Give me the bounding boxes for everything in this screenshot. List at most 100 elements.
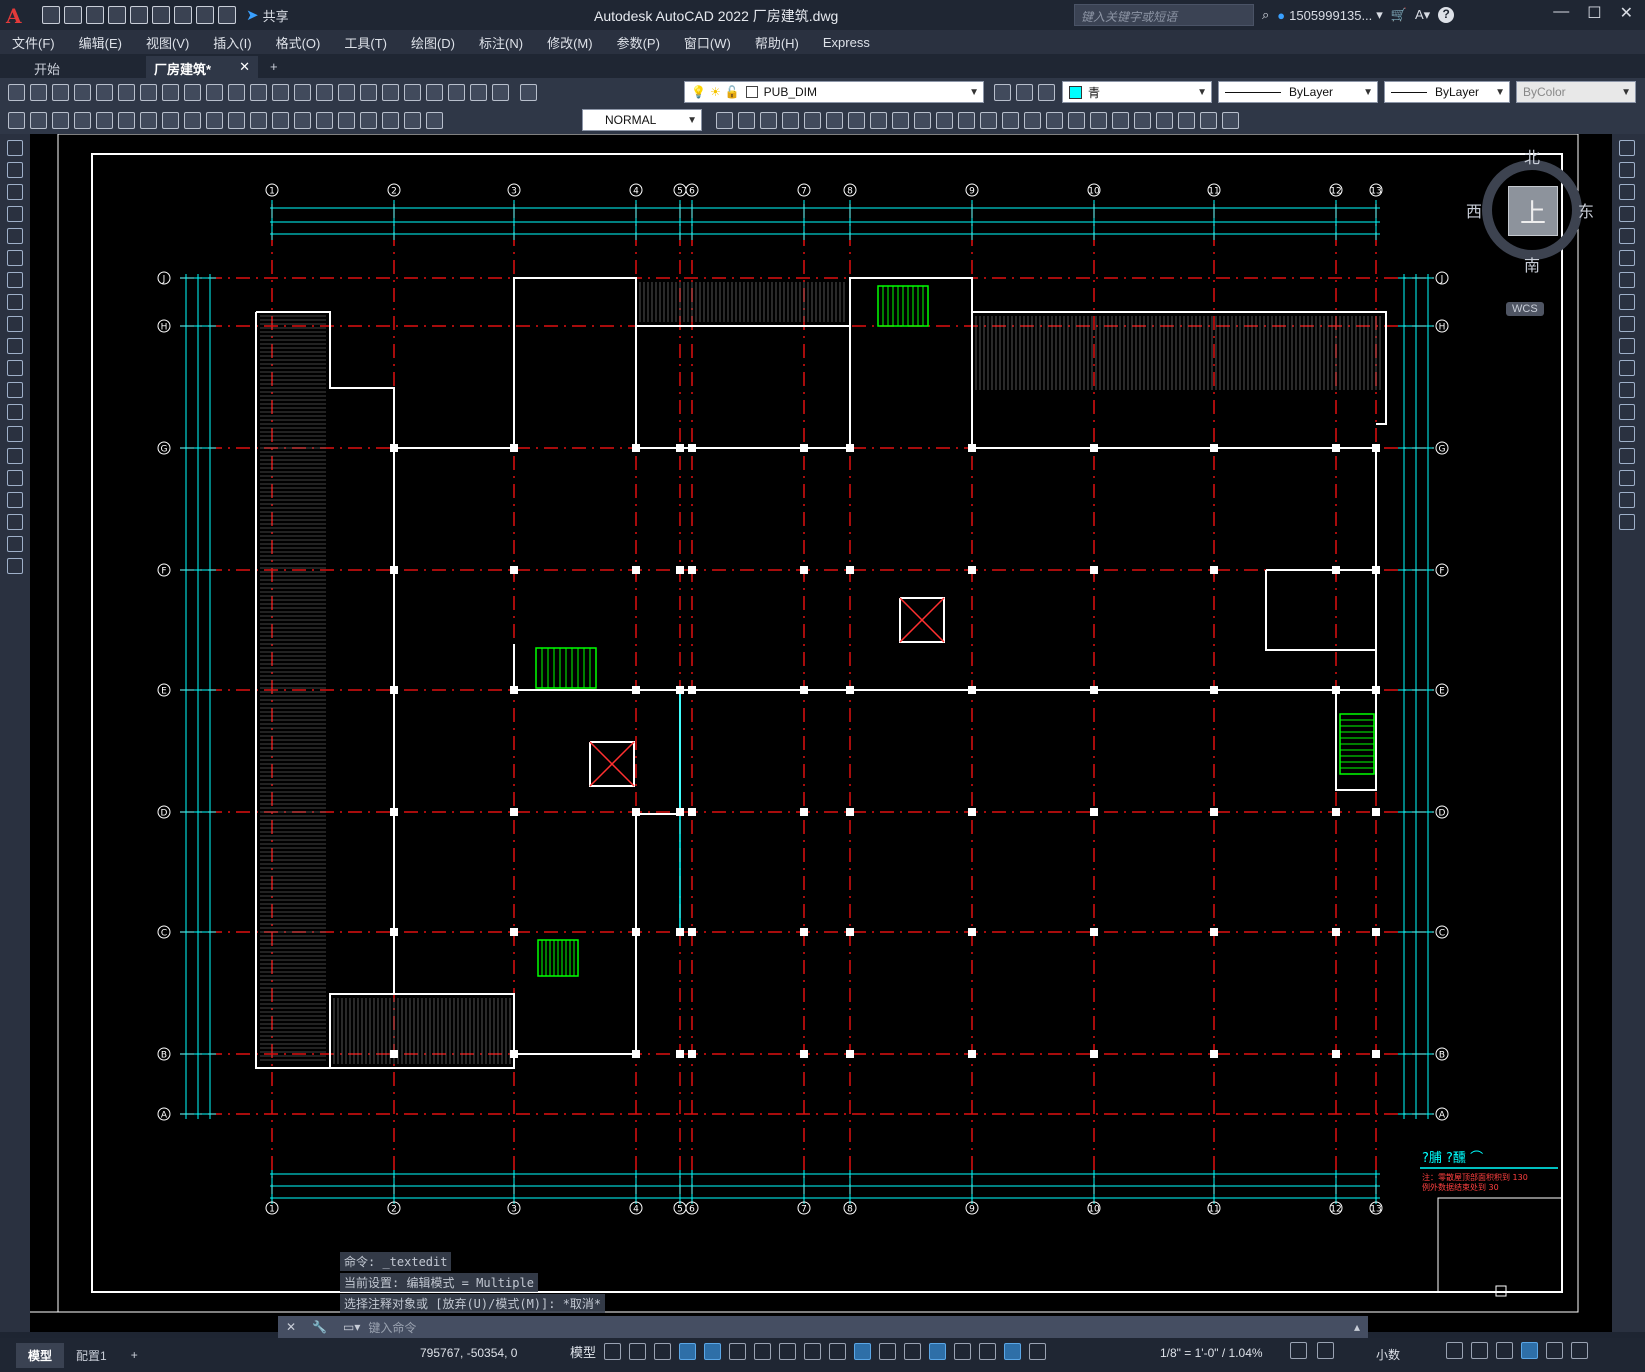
infer-constraints-icon[interactable] <box>654 1343 672 1360</box>
revision-cloud-icon[interactable] <box>7 294 23 310</box>
jogged-linear-icon[interactable] <box>360 111 377 129</box>
new-icon[interactable] <box>8 83 25 101</box>
arc-icon[interactable] <box>7 250 23 266</box>
mirror-icon[interactable] <box>1619 184 1635 200</box>
publish-icon[interactable] <box>152 6 170 24</box>
3d-object-snap-icon[interactable] <box>904 1343 922 1360</box>
viewcube[interactable]: 上 北 南 西 东 <box>1466 148 1594 275</box>
make-block-icon[interactable] <box>7 404 23 420</box>
layer-dropdown[interactable]: 💡 ☀ 🔓 PUB_DIM ▼ <box>684 81 984 103</box>
share-button[interactable]: ➤ 共享 <box>246 6 289 25</box>
customize-icon[interactable]: 🔧 <box>312 1320 327 1334</box>
paste-icon[interactable] <box>184 83 201 101</box>
layer-state-icon[interactable] <box>1038 83 1055 101</box>
make-block-icon[interactable] <box>1134 111 1151 129</box>
tab-layout1[interactable]: 配置1 <box>64 1343 119 1368</box>
point-icon[interactable] <box>7 426 23 442</box>
open-icon[interactable] <box>30 83 47 101</box>
zoom-realtime-icon[interactable] <box>294 83 311 101</box>
layer-properties-icon[interactable] <box>520 83 537 101</box>
add-tab-button[interactable]: + <box>258 56 290 78</box>
menu-tools[interactable]: 工具(T) <box>344 33 387 52</box>
menu-draw[interactable]: 绘图(D) <box>411 33 455 52</box>
close-command-line-icon[interactable]: ✕ <box>286 1320 296 1334</box>
dim-radius-icon[interactable] <box>96 111 113 129</box>
ellipse-icon[interactable] <box>7 338 23 354</box>
transparency-icon[interactable] <box>854 1343 872 1360</box>
save-icon[interactable] <box>52 83 69 101</box>
dim-break-icon[interactable] <box>272 111 289 129</box>
print-icon[interactable] <box>174 6 192 24</box>
pan-icon[interactable] <box>272 83 289 101</box>
isometric-drafting-icon[interactable] <box>754 1343 772 1360</box>
sheet-set-icon[interactable] <box>426 83 443 101</box>
polyline-icon[interactable] <box>7 184 23 200</box>
user-account[interactable]: ● 1505999135... ▾ <box>1277 7 1383 23</box>
mirror-icon[interactable] <box>782 111 799 129</box>
circle-icon[interactable] <box>7 272 23 288</box>
autodesk-app-icon[interactable]: A▾ <box>1415 7 1430 23</box>
save-icon[interactable] <box>86 6 104 24</box>
annotation-visibility-icon[interactable] <box>1004 1343 1022 1360</box>
scale-icon[interactable] <box>892 111 909 129</box>
dim-linear-icon[interactable] <box>8 111 25 129</box>
new-icon[interactable] <box>42 6 60 24</box>
plotstyle-dropdown[interactable]: ByColor ▼ <box>1516 81 1636 103</box>
clean-screen-icon[interactable] <box>1546 1342 1563 1359</box>
quick-dim-icon[interactable] <box>184 111 201 129</box>
extend-icon[interactable] <box>1619 360 1635 376</box>
break-icon[interactable] <box>1619 404 1635 420</box>
break-icon[interactable] <box>980 111 997 129</box>
cut-icon[interactable] <box>140 83 157 101</box>
stretch-icon[interactable] <box>914 111 931 129</box>
menu-edit[interactable]: 编辑(E) <box>79 33 122 52</box>
array-icon[interactable] <box>826 111 843 129</box>
center-mark-icon[interactable] <box>316 111 333 129</box>
help-button[interactable]: ? <box>1438 7 1455 23</box>
linetype-dropdown[interactable]: ByLayer ▼ <box>1218 81 1378 103</box>
hatch-icon[interactable] <box>7 448 23 464</box>
search-input[interactable]: 键入关键字或短语 <box>1074 4 1254 26</box>
ellipse-arc-icon[interactable] <box>7 360 23 376</box>
command-input[interactable]: 键入命令 <box>368 1319 1346 1336</box>
publish-icon[interactable] <box>118 83 135 101</box>
coordinates-readout[interactable]: 795767, -50354, 0 <box>420 1346 517 1360</box>
rectangle-icon[interactable] <box>7 228 23 244</box>
extend-icon[interactable] <box>958 111 975 129</box>
array-icon[interactable] <box>1619 228 1635 244</box>
scale-icon[interactable] <box>1619 294 1635 310</box>
make-current-layer-icon[interactable] <box>994 83 1011 101</box>
copy-icon[interactable] <box>162 83 179 101</box>
hardware-acceleration-icon[interactable] <box>1521 1342 1538 1359</box>
plot-icon[interactable] <box>74 83 91 101</box>
drawing-canvas[interactable]: 1 1 2 2 3 3 4 4 5 5 6 6 7 7 8 8 9 9 10 10 11 11 12 12 13 13 J J H H G G… <box>30 134 1612 1332</box>
dim-style-icon[interactable] <box>716 111 733 129</box>
move-icon[interactable] <box>1619 250 1635 266</box>
grid-display-icon[interactable] <box>604 1343 622 1360</box>
menu-file[interactable]: 文件(F) <box>12 33 55 52</box>
color-dropdown[interactable]: 青 ▼ <box>1062 81 1212 103</box>
table-icon[interactable] <box>1222 111 1239 129</box>
command-history-toggle-icon[interactable]: ▴ <box>1354 1320 1360 1334</box>
isolate-objects-icon[interactable] <box>1496 1342 1513 1359</box>
dim-jogged-icon[interactable] <box>118 111 135 129</box>
offset-icon[interactable] <box>804 111 821 129</box>
close-button[interactable]: ✕ <box>1620 3 1633 23</box>
region-icon[interactable] <box>1200 111 1217 129</box>
ortho-mode-icon[interactable] <box>704 1343 722 1360</box>
break-at-point-icon[interactable] <box>1619 382 1635 398</box>
command-prompt-icon[interactable]: ▭▾ <box>343 1320 360 1334</box>
block-icon[interactable] <box>738 111 755 129</box>
autocad-logo-icon[interactable]: A <box>6 4 28 28</box>
viewcube-top-face[interactable]: 上 <box>1508 186 1558 236</box>
viewcube-north[interactable]: 北 <box>1524 144 1540 168</box>
menu-window[interactable]: 窗口(W) <box>684 33 731 52</box>
dim-baseline-icon[interactable] <box>206 111 223 129</box>
rotate-icon[interactable] <box>870 111 887 129</box>
dim-continue-icon[interactable] <box>228 111 245 129</box>
viewcube-south[interactable]: 南 <box>1524 252 1540 276</box>
erase-icon[interactable] <box>1619 140 1635 156</box>
menu-format[interactable]: 格式(O) <box>276 33 321 52</box>
dynamic-ucs-icon[interactable] <box>929 1343 947 1360</box>
insert-block-icon[interactable] <box>1112 111 1129 129</box>
